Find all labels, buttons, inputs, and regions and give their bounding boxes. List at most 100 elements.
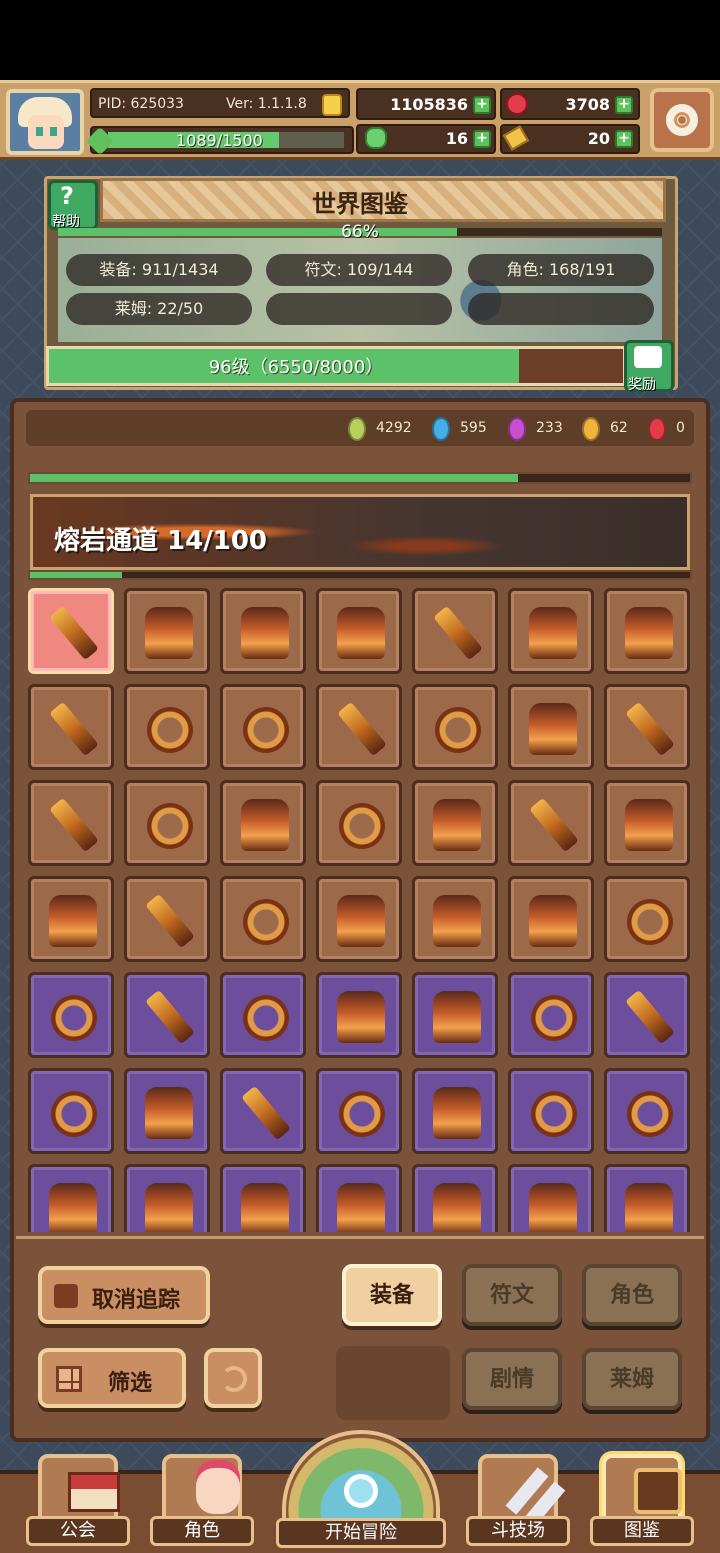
player-avatar[interactable] bbox=[6, 89, 84, 155]
gold-gem-icon bbox=[582, 417, 600, 441]
item-slot[interactable] bbox=[220, 588, 306, 674]
tab-character[interactable]: 角色 bbox=[582, 1264, 682, 1326]
item-slot[interactable] bbox=[412, 780, 498, 866]
cancel-tracking-button[interactable]: 取消追踪 bbox=[38, 1266, 210, 1324]
nav-arena-label: 斗技场 bbox=[466, 1516, 570, 1546]
reset-button[interactable] bbox=[204, 1348, 262, 1408]
key-add-button[interactable]: + bbox=[615, 130, 633, 148]
item-slot[interactable] bbox=[316, 780, 402, 866]
armor-item-icon bbox=[625, 799, 673, 851]
item-slot[interactable] bbox=[220, 1068, 306, 1154]
ring-item-icon bbox=[531, 1091, 577, 1137]
item-slot[interactable] bbox=[604, 876, 690, 962]
empty-tab-slot bbox=[336, 1346, 450, 1420]
item-slot[interactable] bbox=[220, 972, 306, 1058]
item-slot[interactable] bbox=[124, 588, 210, 674]
item-slot[interactable] bbox=[508, 588, 594, 674]
item-slot[interactable] bbox=[124, 1164, 210, 1232]
item-slot[interactable] bbox=[28, 876, 114, 962]
item-slot[interactable] bbox=[604, 972, 690, 1058]
item-slot[interactable] bbox=[28, 588, 114, 674]
nav-arena[interactable]: 斗技场 bbox=[466, 1454, 570, 1548]
item-slot[interactable] bbox=[508, 1164, 594, 1232]
item-slot[interactable] bbox=[124, 972, 210, 1058]
compendium-level-text: 96级（6550/8000） bbox=[208, 357, 384, 378]
item-slot[interactable] bbox=[508, 780, 594, 866]
item-slot[interactable] bbox=[508, 972, 594, 1058]
crossed-swords-icon bbox=[505, 1467, 549, 1515]
compendium-book-icon bbox=[634, 1468, 682, 1514]
gold-add-button[interactable]: + bbox=[473, 96, 491, 114]
item-slot[interactable] bbox=[28, 1164, 114, 1232]
item-slot[interactable] bbox=[508, 876, 594, 962]
item-slot[interactable] bbox=[412, 876, 498, 962]
completion-percent: 66% bbox=[341, 222, 379, 242]
armor-item-icon bbox=[529, 607, 577, 659]
item-slot[interactable] bbox=[124, 780, 210, 866]
item-slot[interactable] bbox=[604, 1068, 690, 1154]
nav-character[interactable]: 角色 bbox=[150, 1454, 254, 1548]
item-slot[interactable] bbox=[316, 972, 402, 1058]
armor-item-icon bbox=[433, 991, 481, 1043]
item-slot[interactable] bbox=[508, 684, 594, 770]
item-slot[interactable] bbox=[28, 780, 114, 866]
item-slot[interactable] bbox=[604, 780, 690, 866]
ring-item-icon bbox=[627, 1091, 673, 1137]
item-slot[interactable] bbox=[124, 684, 210, 770]
item-slot[interactable] bbox=[508, 1068, 594, 1154]
green-gem-value: 4292 bbox=[376, 420, 412, 436]
item-slot[interactable] bbox=[316, 1068, 402, 1154]
gold-gem-value: 62 bbox=[610, 420, 628, 436]
item-slot[interactable] bbox=[412, 588, 498, 674]
armor-item-icon bbox=[337, 895, 385, 947]
item-slot[interactable] bbox=[220, 780, 306, 866]
tab-story[interactable]: 剧情 bbox=[462, 1348, 562, 1410]
magnifier-icon bbox=[344, 1474, 378, 1508]
empty-stat-slot bbox=[468, 293, 654, 325]
item-slot[interactable] bbox=[124, 1068, 210, 1154]
item-slot[interactable] bbox=[316, 684, 402, 770]
weapon-item-icon bbox=[241, 1085, 291, 1141]
zone-title: 熔岩通道 14/100 bbox=[54, 526, 268, 556]
item-grid[interactable] bbox=[28, 588, 692, 1232]
settings-button[interactable] bbox=[650, 88, 714, 152]
armor-item-icon bbox=[529, 895, 577, 947]
item-slot[interactable] bbox=[124, 876, 210, 962]
filter-button[interactable]: 筛选 bbox=[38, 1348, 186, 1408]
armor-item-icon bbox=[241, 1183, 289, 1232]
item-slot[interactable] bbox=[604, 588, 690, 674]
item-slot[interactable] bbox=[220, 876, 306, 962]
item-slot[interactable] bbox=[604, 1164, 690, 1232]
tab-equipment[interactable]: 装备 bbox=[342, 1264, 442, 1326]
item-slot[interactable] bbox=[28, 684, 114, 770]
item-slot[interactable] bbox=[412, 1164, 498, 1232]
item-slot[interactable] bbox=[28, 972, 114, 1058]
item-slot[interactable] bbox=[316, 1164, 402, 1232]
purple-gem-value: 233 bbox=[536, 420, 563, 436]
item-slot[interactable] bbox=[412, 1068, 498, 1154]
armor-item-icon bbox=[49, 1183, 97, 1232]
equipment-stat: 装备: 911/1434 bbox=[66, 254, 252, 286]
empty-stat-slot bbox=[266, 293, 452, 325]
item-slot[interactable] bbox=[412, 972, 498, 1058]
item-slot[interactable] bbox=[412, 684, 498, 770]
ruby-add-button[interactable]: + bbox=[615, 96, 633, 114]
tab-slime[interactable]: 莱姆 bbox=[582, 1348, 682, 1410]
item-slot[interactable] bbox=[28, 1068, 114, 1154]
weapon-item-icon bbox=[145, 989, 195, 1045]
tab-rune[interactable]: 符文 bbox=[462, 1264, 562, 1326]
red-gem-icon bbox=[648, 417, 666, 441]
nav-compendium[interactable]: 图鉴 bbox=[590, 1454, 694, 1548]
item-slot[interactable] bbox=[316, 588, 402, 674]
scroll-progress-fill bbox=[30, 474, 519, 482]
item-slot[interactable] bbox=[316, 876, 402, 962]
blue-gem-icon bbox=[432, 417, 450, 441]
item-slot[interactable] bbox=[220, 684, 306, 770]
item-slot[interactable] bbox=[604, 684, 690, 770]
ring-item-icon bbox=[627, 899, 673, 945]
clover-add-button[interactable]: + bbox=[473, 130, 491, 148]
item-slot[interactable] bbox=[220, 1164, 306, 1232]
nav-start-adventure[interactable]: 开始冒险 bbox=[276, 1430, 446, 1553]
guild-house-icon bbox=[68, 1472, 120, 1512]
nav-guild[interactable]: 公会 bbox=[26, 1454, 130, 1548]
